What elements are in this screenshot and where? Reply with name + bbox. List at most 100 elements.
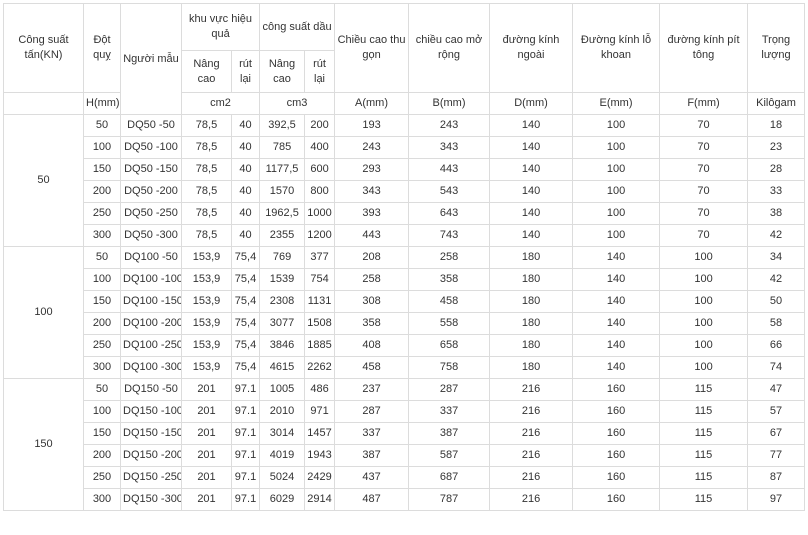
table-row: 100 50 DQ100 -50 153,9 75,4 769 377 208 258 180 14… [3,246,806,379]
oil-retract-cell: 200 [304,114,336,137]
closed-height-cell: 193 [334,114,410,137]
closed-height-cell: 487 [334,488,410,511]
oil-retract-cell: 377 [304,246,336,269]
area-lift-cell: 153,9 [181,334,232,357]
area-retract-cell: 97.1 [230,466,261,489]
header-stroke: Đột quỵ [83,3,121,93]
oil-lift-cell: 785 [259,136,306,159]
oil-lift-cell: 2308 [259,290,306,313]
closed-height-cell: 293 [334,158,410,181]
piston-diameter-cell: 115 [659,400,749,423]
outer-diameter-cell: 140 [489,158,574,181]
extended-height-cell: 443 [408,158,491,181]
weight-cell: 67 [747,422,806,445]
table-row: 150 DQ150 -150 201 97.1 3014 1457 337 387 216 160… [4,422,806,445]
weight-cell: 38 [747,202,806,225]
table-row: 50 50 DQ50 -50 78,5 40 392,5 200 193 243 140 100 70… [3,114,806,247]
stroke-cell: 300 [83,356,121,379]
unit-oil: cm3 [259,92,336,115]
area-retract-cell: 75,4 [230,246,261,269]
table-row: 300 DQ150 -300 201 97.1 6029 2914 487 787 216 160… [4,488,806,511]
piston-diameter-cell: 100 [659,268,749,291]
area-lift-cell: 78,5 [181,158,232,181]
extended-height-cell: 387 [408,422,491,445]
unit-piston: F(mm) [659,92,749,115]
area-retract-cell: 40 [230,136,261,159]
capacity-cell: 50 [3,114,84,247]
header-oil-lift: Nâng cao [259,50,306,93]
area-retract-cell: 97.1 [230,422,261,445]
oil-lift-cell: 3077 [259,312,306,335]
oil-retract-cell: 2262 [304,356,336,379]
model-cell: DQ50 -100 [120,136,182,159]
area-retract-cell: 97.1 [230,378,261,401]
extended-height-cell: 287 [408,378,491,401]
area-lift-cell: 78,5 [181,202,232,225]
outer-diameter-cell: 140 [489,114,574,137]
oil-lift-cell: 1962,5 [259,202,306,225]
bore-diameter-cell: 140 [572,334,661,357]
stroke-cell: 250 [83,466,121,489]
piston-diameter-cell: 115 [659,378,749,401]
extended-height-cell: 337 [408,400,491,423]
area-retract-cell: 40 [230,224,261,247]
area-retract-cell: 75,4 [230,312,261,335]
stroke-cell: 100 [83,136,121,159]
weight-cell: 33 [747,180,806,203]
model-cell: DQ100 -50 [120,246,182,269]
extended-height-cell: 343 [408,136,491,159]
bore-diameter-cell: 140 [572,246,661,269]
closed-height-cell: 437 [334,466,410,489]
table-row: 150 DQ50 -150 78,5 40 1177,5 600 293 443 140 100 7… [4,158,806,181]
oil-retract-cell: 754 [304,268,336,291]
area-retract-cell: 75,4 [230,268,261,291]
oil-lift-cell: 6029 [259,488,306,511]
header-capacity: Công suất tấn(KN) [3,3,84,93]
piston-diameter-cell: 115 [659,466,749,489]
outer-diameter-cell: 180 [489,356,574,379]
model-cell: DQ50 -200 [120,180,182,203]
area-retract-cell: 97.1 [230,400,261,423]
header-outer-diameter: đường kính ngoài [489,3,574,93]
area-lift-cell: 78,5 [181,224,232,247]
weight-cell: 50 [747,290,806,313]
piston-diameter-cell: 115 [659,444,749,467]
stroke-cell: 200 [83,180,121,203]
oil-retract-cell: 1943 [304,444,336,467]
model-cell: DQ100 -100 [120,268,182,291]
bore-diameter-cell: 140 [572,356,661,379]
piston-diameter-cell: 100 [659,290,749,313]
piston-diameter-cell: 115 [659,422,749,445]
piston-diameter-cell: 70 [659,224,749,247]
piston-diameter-cell: 70 [659,158,749,181]
closed-height-cell: 393 [334,202,410,225]
oil-lift-cell: 2355 [259,224,306,247]
weight-cell: 87 [747,466,806,489]
stroke-cell: 50 [83,246,121,269]
bore-diameter-cell: 160 [572,466,661,489]
area-lift-cell: 201 [181,400,232,423]
piston-diameter-cell: 100 [659,312,749,335]
closed-height-cell: 337 [334,422,410,445]
outer-diameter-cell: 180 [489,246,574,269]
weight-cell: 34 [747,246,806,269]
outer-diameter-cell: 216 [489,400,574,423]
header-extended-height: chiều cao mở rộng [408,3,491,93]
outer-diameter-cell: 180 [489,268,574,291]
piston-diameter-cell: 115 [659,488,749,511]
table-row: 100 DQ50 -100 78,5 40 785 400 243 343 140 100 70 23 [4,136,806,159]
closed-height-cell: 237 [334,378,410,401]
oil-lift-cell: 3014 [259,422,306,445]
model-cell: DQ50 -150 [120,158,182,181]
model-cell: DQ50 -300 [120,224,182,247]
oil-lift-cell: 769 [259,246,306,269]
stroke-cell: 100 [83,268,121,291]
extended-height-cell: 687 [408,466,491,489]
bore-diameter-cell: 100 [572,180,661,203]
oil-lift-cell: 5024 [259,466,306,489]
area-lift-cell: 153,9 [181,356,232,379]
outer-diameter-cell: 140 [489,180,574,203]
area-lift-cell: 201 [181,488,232,511]
closed-height-cell: 358 [334,312,410,335]
oil-retract-cell: 2429 [304,466,336,489]
